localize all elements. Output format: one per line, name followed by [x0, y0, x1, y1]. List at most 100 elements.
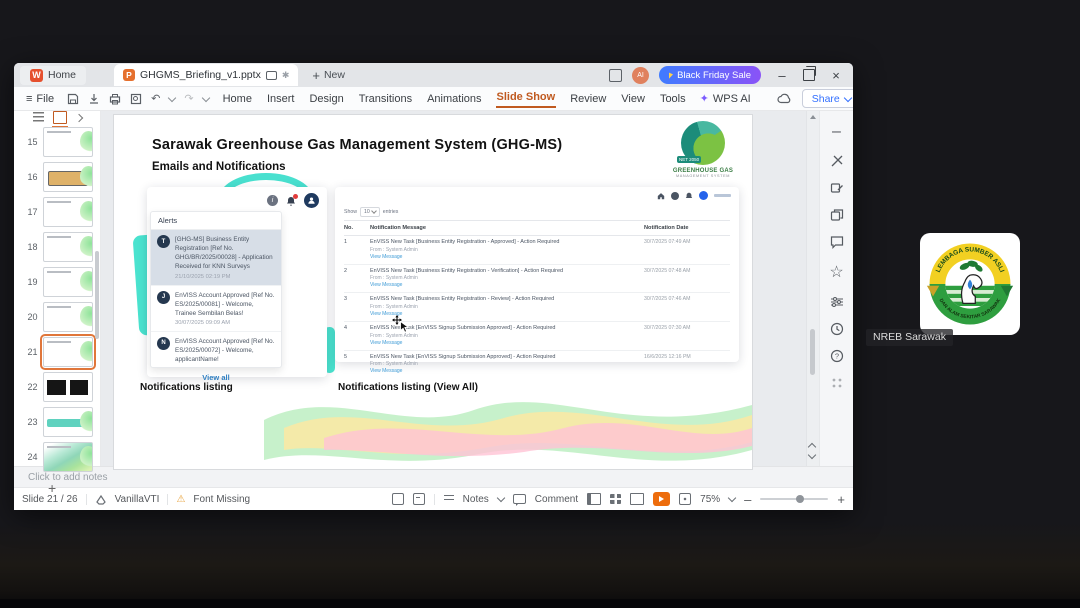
slide-view-icon[interactable] [51, 111, 68, 128]
menu-transitions[interactable]: Transitions [358, 91, 413, 107]
menu-insert[interactable]: Insert [266, 91, 296, 107]
view-message-link[interactable]: View Message [370, 368, 638, 375]
zoom-slider-knob[interactable] [796, 495, 805, 503]
page-size-select[interactable]: 10 [359, 207, 380, 217]
file-menu[interactable]: ≡ File [26, 93, 54, 105]
thumbnail-row-15[interactable]: 15 [22, 127, 93, 157]
document-tab[interactable]: P GHGMS_Briefing_v1.pptx ✱ [114, 64, 299, 86]
qat-more-icon[interactable] [201, 93, 210, 102]
table-row[interactable]: 1 EnVISS New Task [Business Entity Regis… [344, 236, 730, 265]
home-tab[interactable]: W Home [20, 65, 87, 85]
reading-view-icon[interactable] [630, 493, 645, 505]
normal-view-icon[interactable] [587, 493, 602, 505]
favorites-icon[interactable]: ☆ [829, 262, 843, 282]
thumbnail-row-17[interactable]: 17 [22, 197, 93, 227]
thumbnail-row-23[interactable]: 23 [22, 407, 93, 437]
print-icon[interactable] [109, 93, 121, 105]
share-button[interactable]: Share [801, 89, 853, 108]
slide-thumbnail[interactable] [42, 407, 93, 437]
view-message-link[interactable]: View Message [370, 311, 638, 318]
thumbnail-row-24[interactable]: 24 [22, 442, 93, 472]
view-message-link[interactable]: View Message [370, 282, 638, 289]
thumbnail-row-21-selected[interactable]: 21 [22, 334, 96, 370]
zoom-dropdown-icon[interactable] [727, 493, 737, 503]
slide-thumbnail[interactable] [42, 267, 93, 297]
history-clock-icon[interactable] [830, 322, 844, 336]
menu-wps-ai[interactable]: ✦ WPS AI [700, 92, 751, 106]
jump-to-slide-icon[interactable] [412, 493, 425, 505]
thumbnail-row-16[interactable]: 16 [22, 162, 93, 192]
scrollbar-thumb[interactable] [810, 329, 815, 375]
zoom-out-button[interactable]: – [744, 492, 751, 507]
slideshow-play-button[interactable] [653, 492, 671, 506]
menu-design[interactable]: Design [308, 91, 344, 107]
thumbnail-row-22[interactable]: 22 [22, 372, 93, 402]
slide-thumbnail[interactable] [42, 162, 93, 192]
layout-toggle-icon[interactable] [391, 493, 404, 505]
slide-thumbnail[interactable] [42, 127, 93, 157]
table-row[interactable]: 5 EnVISS New Task [EnVISS Signup Submiss… [344, 351, 730, 379]
settings-sliders-icon[interactable] [830, 295, 844, 309]
redo-icon[interactable]: ↷ [184, 92, 193, 105]
slide-thumbnail[interactable] [42, 302, 93, 332]
thumbnail-row-19[interactable]: 19 [22, 267, 93, 297]
notes-toggle-icon[interactable] [443, 495, 454, 503]
view-message-link[interactable]: View Message [370, 340, 638, 347]
notes-dropdown-icon[interactable] [496, 493, 506, 503]
save-icon[interactable] [67, 93, 79, 105]
add-slide-button[interactable]: + [48, 480, 100, 496]
undo-icon[interactable]: ↶ [151, 92, 160, 105]
account-avatar[interactable]: AI [632, 66, 650, 84]
layers-icon[interactable] [830, 208, 844, 222]
quick-tools-icon[interactable] [830, 154, 844, 168]
slide-thumbnail[interactable] [42, 232, 93, 262]
alert-item-1[interactable]: T [GHG-MS] Business Entity Registration … [151, 230, 281, 286]
comment-toggle-icon[interactable] [512, 494, 526, 506]
print-preview-icon[interactable] [130, 93, 142, 105]
theme-name[interactable]: VanillaVTI [115, 494, 160, 505]
menu-review[interactable]: Review [569, 91, 607, 107]
slide-sorter-icon[interactable] [610, 494, 622, 504]
slide-canvas[interactable]: Sarawak Greenhouse Gas Management System… [113, 114, 753, 470]
slide-thumbnail-selected[interactable] [39, 334, 96, 370]
slide-thumbnail[interactable] [42, 197, 93, 227]
window-stack-icon[interactable] [609, 68, 623, 82]
close-button[interactable]: × [825, 68, 847, 83]
zoom-slider[interactable] [760, 495, 829, 503]
zoom-level[interactable]: 75% [700, 494, 720, 505]
zoom-in-button[interactable]: + [837, 492, 845, 507]
undo-dropdown-icon[interactable] [168, 93, 177, 102]
menu-slide-show[interactable]: Slide Show [495, 89, 557, 108]
alert-item-3[interactable]: N EnVISS Account Approved [Ref No. ES/20… [151, 332, 281, 369]
notes-toggle-label[interactable]: Notes [463, 494, 489, 505]
editor-scrollbar[interactable] [806, 111, 819, 466]
thumbnail-row-20[interactable]: 20 [22, 302, 93, 332]
minimize-button[interactable]: – [771, 68, 793, 83]
table-row[interactable]: 2 EnVISS New Task [Business Entity Regis… [344, 265, 730, 294]
apps-grid-icon[interactable] [830, 376, 844, 390]
menu-view[interactable]: View [620, 91, 646, 107]
fit-slide-icon[interactable] [679, 493, 692, 505]
cloud-sync-icon[interactable] [777, 93, 791, 104]
export-icon[interactable] [88, 93, 100, 105]
alert-item-2[interactable]: J EnVISS Account Approved [Ref No. ES/20… [151, 286, 281, 332]
menu-home[interactable]: Home [222, 91, 253, 107]
expand-panel-icon[interactable] [74, 113, 83, 122]
menu-animations[interactable]: Animations [426, 91, 482, 107]
thumbnail-row-18[interactable]: 18 [22, 232, 93, 262]
collapse-pane-icon[interactable]: – [832, 123, 841, 141]
scroll-up-icon[interactable] [810, 115, 816, 119]
edit-shape-icon[interactable] [830, 181, 844, 195]
thumbnail-scrollbar[interactable] [95, 251, 99, 339]
view-message-link[interactable]: View Message [370, 254, 638, 261]
slide-thumbnail[interactable] [42, 442, 93, 472]
next-slide-button[interactable] [807, 450, 817, 460]
new-tab-button[interactable]: + New [312, 68, 345, 83]
help-icon[interactable]: ? [830, 349, 844, 363]
menu-tools[interactable]: Tools [659, 91, 687, 107]
black-friday-sale-button[interactable]: Black Friday Sale [659, 66, 761, 84]
slide-thumbnail[interactable] [42, 372, 93, 402]
outline-view-icon[interactable] [32, 112, 44, 123]
font-missing-label[interactable]: Font Missing [193, 494, 250, 505]
comment-label[interactable]: Comment [535, 494, 578, 505]
